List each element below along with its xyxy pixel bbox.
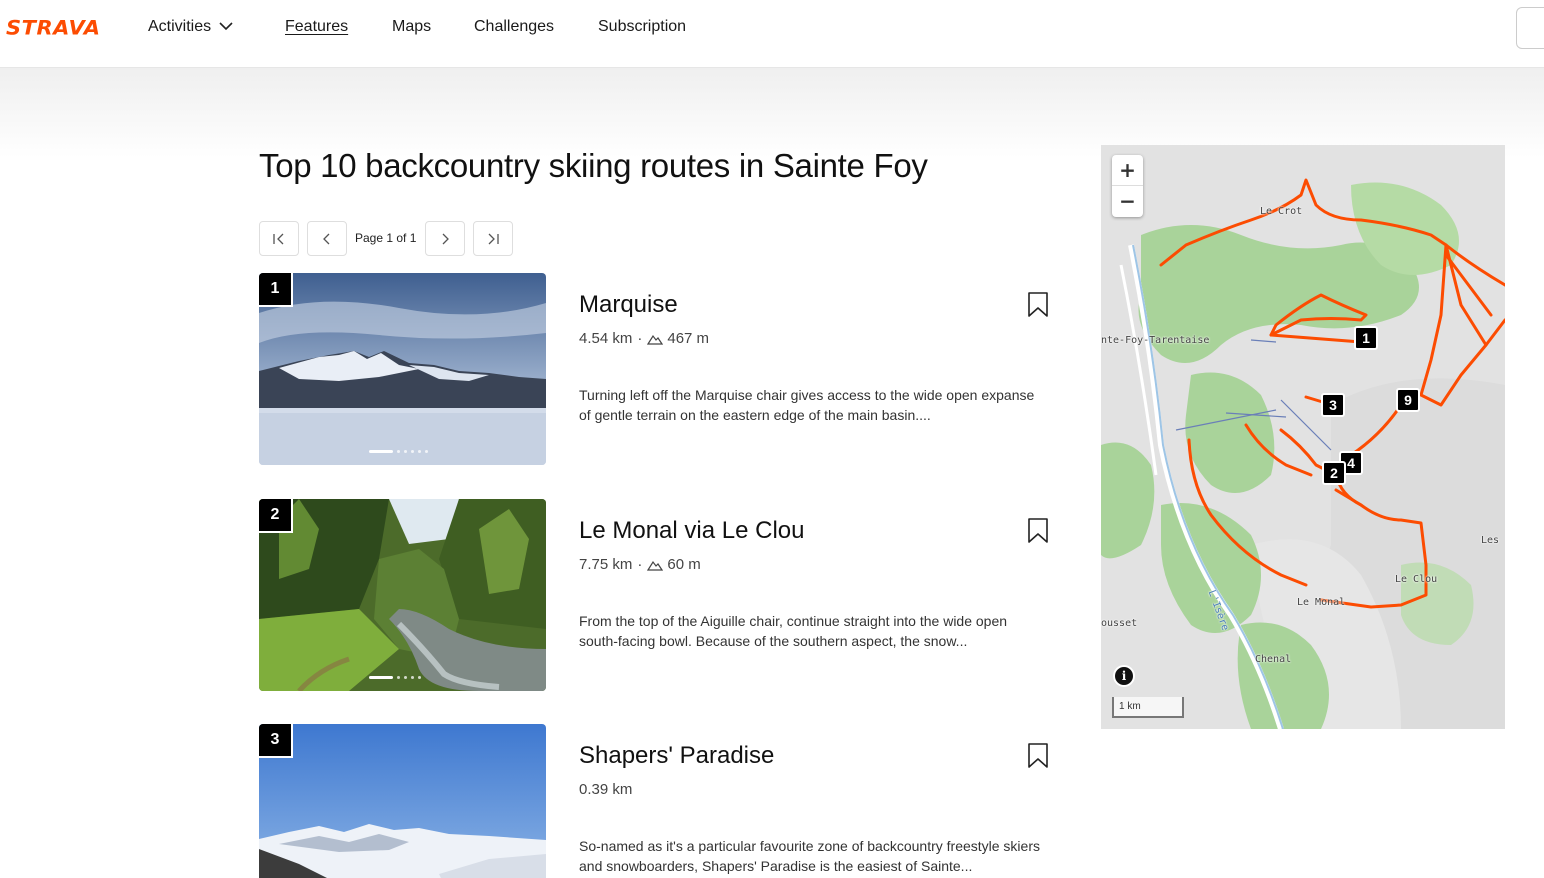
route-photo (259, 499, 546, 691)
nav-activities-label: Activities (148, 18, 212, 36)
route-stats: 4.54 km · 467 m (579, 330, 709, 347)
map-zoom-controls: + − (1112, 155, 1143, 217)
nav-subscription[interactable]: Subscription (598, 17, 686, 37)
next-page-button[interactable] (425, 221, 465, 256)
stats-separator: · (637, 556, 643, 573)
strava-logo[interactable]: STRAVA (6, 17, 101, 39)
zoom-in-button[interactable]: + (1112, 155, 1143, 186)
chevron-left-icon (323, 233, 330, 244)
zoom-out-button[interactable]: − (1112, 186, 1143, 217)
bookmark-icon (1028, 518, 1048, 543)
route-description: From the top of the Aiguille chair, cont… (579, 613, 1008, 649)
nav-maps[interactable]: Maps (392, 17, 431, 37)
carousel-dots[interactable] (369, 676, 421, 679)
route-card: 2 Le Monal via Le Clou 7.75 km · 60 m Fr… (259, 499, 1059, 691)
bookmark-icon (1028, 743, 1048, 768)
bookmark-button[interactable] (1027, 742, 1049, 770)
first-page-button[interactable] (259, 221, 299, 256)
route-distance: 4.54 km (579, 330, 633, 347)
route-photo (259, 724, 546, 878)
route-marker[interactable]: 1 (1354, 326, 1378, 350)
route-photo-carousel[interactable]: 3 (259, 724, 546, 878)
route-rank-badge: 2 (259, 499, 293, 533)
nav-challenges[interactable]: Challenges (474, 17, 554, 37)
route-description: Turning left off the Marquise chair give… (579, 387, 1035, 423)
route-marker[interactable]: 2 (1322, 461, 1346, 485)
route-elevation: 60 m (667, 556, 701, 573)
route-rank-badge: 3 (259, 724, 293, 758)
route-card: 3 Shapers' Paradise 0.39 km So-named as … (259, 724, 1059, 878)
route-stats: 0.39 km (579, 781, 632, 798)
nav-features[interactable]: Features (285, 17, 348, 37)
bookmark-button[interactable] (1027, 517, 1049, 545)
stats-separator: · (637, 330, 643, 347)
route-photo-carousel[interactable]: 2 (259, 499, 546, 691)
map-label: Chenal (1255, 654, 1292, 665)
header-right-button[interactable] (1516, 7, 1544, 49)
route-distance: 7.75 km (579, 556, 633, 573)
route-rank-badge: 1 (259, 273, 293, 307)
top-navigation: STRAVA Activities Features Maps Challeng… (0, 0, 1544, 68)
map-label: Les (1481, 535, 1500, 546)
last-page-button[interactable] (473, 221, 513, 256)
route-photo-carousel[interactable]: 1 (259, 273, 546, 465)
route-card: 1 Marquise 4.54 km · 467 m Turning left … (259, 273, 1059, 465)
bookmark-button[interactable] (1027, 291, 1049, 319)
previous-page-button[interactable] (307, 221, 347, 256)
page-indicator: Page 1 of 1 (355, 231, 417, 245)
chevron-down-icon (219, 17, 233, 37)
route-name[interactable]: Marquise (579, 291, 678, 319)
carousel-dots[interactable] (369, 450, 428, 453)
route-description: So-named as it's a particular favourite … (579, 838, 1040, 874)
route-name[interactable]: Le Monal via Le Clou (579, 517, 804, 545)
map-info-icon[interactable]: i (1113, 665, 1135, 687)
route-stats: 7.75 km · 60 m (579, 556, 701, 573)
last-page-icon (488, 233, 499, 244)
routes-map[interactable]: + − Le Crot nte-Foy-Tarentaise Les Le Cl… (1101, 145, 1505, 729)
route-elevation: 467 m (667, 330, 710, 347)
first-page-icon (273, 233, 284, 244)
route-name[interactable]: Shapers' Paradise (579, 742, 774, 770)
chevron-right-icon (442, 233, 449, 244)
route-distance: 0.39 km (579, 781, 633, 798)
map-label: nte-Foy-Tarentaise (1101, 335, 1210, 346)
map-label: Le Clou (1395, 574, 1438, 585)
nav-activities[interactable]: Activities (148, 17, 233, 37)
map-scale-bar: 1 km (1112, 697, 1184, 718)
bookmark-icon (1028, 292, 1048, 317)
route-marker[interactable]: 3 (1321, 393, 1345, 417)
elevation-icon (647, 334, 664, 345)
map-label: Le Crot (1260, 206, 1303, 217)
map-label: ousset (1101, 618, 1138, 629)
page-title: Top 10 backcountry skiing routes in Sain… (259, 147, 928, 184)
elevation-icon (647, 560, 664, 571)
map-label: Le Monal (1297, 597, 1346, 608)
route-photo (259, 273, 546, 465)
map-canvas (1101, 145, 1505, 729)
route-marker[interactable]: 9 (1396, 388, 1420, 412)
